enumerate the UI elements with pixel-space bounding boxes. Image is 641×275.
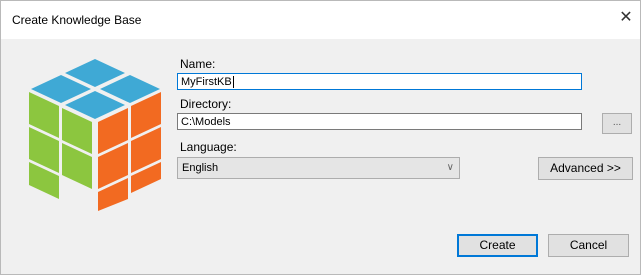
language-select[interactable]: English ∨ [177, 157, 460, 179]
directory-label: Directory: [180, 97, 232, 111]
create-knowledge-base-dialog: Create Knowledge Base ✕ Name: MyFirstKB … [0, 0, 641, 275]
create-button[interactable]: Create [457, 234, 538, 257]
language-select-value: English [182, 162, 219, 174]
directory-input[interactable]: C:\Models [177, 113, 582, 130]
advanced-button[interactable]: Advanced >> [538, 157, 633, 180]
name-input-value: MyFirstKB [181, 76, 232, 88]
chevron-down-icon: ∨ [446, 162, 454, 173]
cancel-button[interactable]: Cancel [548, 234, 629, 257]
name-input[interactable]: MyFirstKB [177, 73, 582, 90]
window-title: Create Knowledge Base [12, 13, 142, 27]
browse-button[interactable]: ... [602, 113, 632, 134]
language-label: Language: [180, 140, 237, 154]
name-label: Name: [180, 57, 216, 71]
cube-icon [29, 59, 161, 211]
directory-input-value: C:\Models [181, 116, 231, 128]
close-icon[interactable]: ✕ [618, 9, 634, 27]
text-caret [232, 76, 234, 89]
title-bar: Create Knowledge Base ✕ [1, 1, 640, 39]
